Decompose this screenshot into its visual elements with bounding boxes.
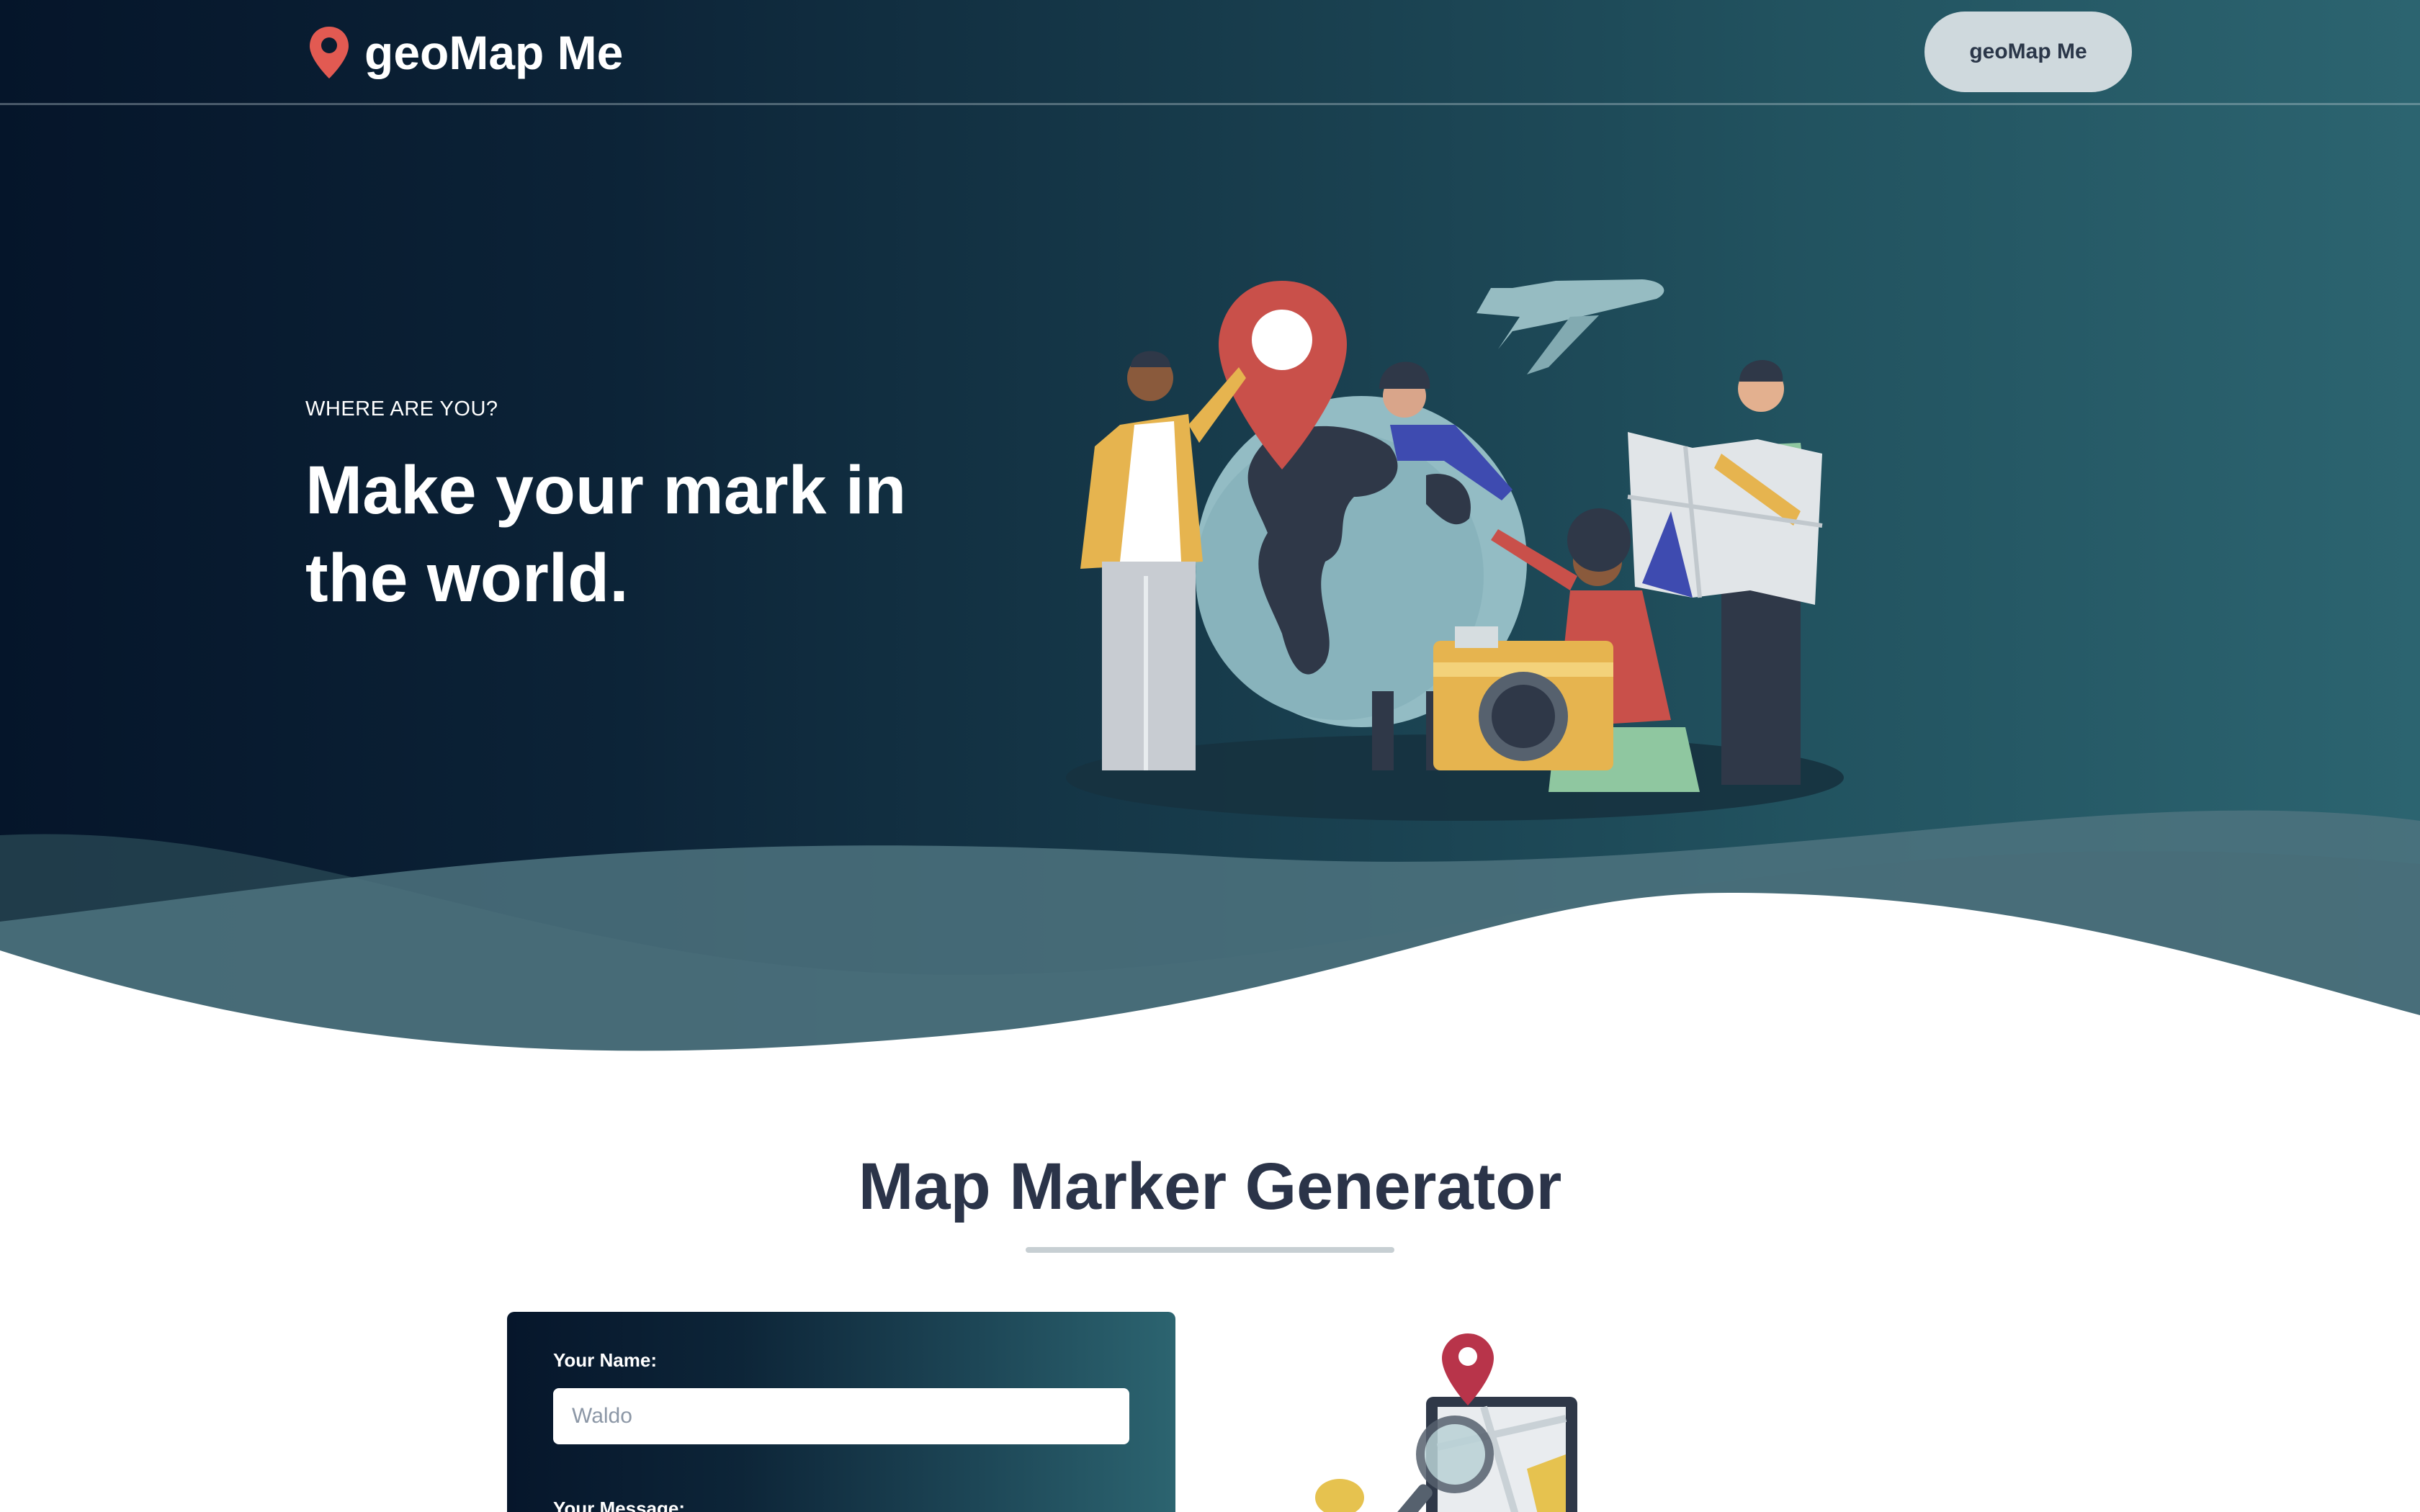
brand-logo[interactable]: geoMap Me bbox=[308, 20, 623, 85]
message-label: Your Message: bbox=[553, 1498, 686, 1512]
brand-name: geoMap Me bbox=[364, 26, 624, 79]
nav-geomap-button[interactable]: geoMap Me bbox=[1924, 12, 2132, 92]
navbar: geoMap Me geoMap Me bbox=[0, 0, 2420, 105]
name-label: Your Name: bbox=[553, 1349, 657, 1371]
section-title: Map Marker Generator bbox=[858, 1150, 1562, 1223]
map-pin-icon bbox=[308, 25, 350, 80]
name-input[interactable] bbox=[553, 1388, 1129, 1444]
hero-eyebrow: WHERE ARE YOU? bbox=[305, 397, 498, 420]
hero-section: geoMap Me geoMap Me WHERE ARE YOU? Make … bbox=[0, 0, 2420, 1058]
travel-illustration bbox=[1066, 279, 1844, 821]
hero-title: Make your mark in the world. bbox=[305, 452, 907, 616]
marker-form-card: Your Name: Your Message: bbox=[507, 1312, 1175, 1512]
title-underline bbox=[1026, 1247, 1394, 1253]
hero-waves bbox=[0, 810, 2420, 1058]
map-search-illustration bbox=[1315, 1333, 1577, 1512]
